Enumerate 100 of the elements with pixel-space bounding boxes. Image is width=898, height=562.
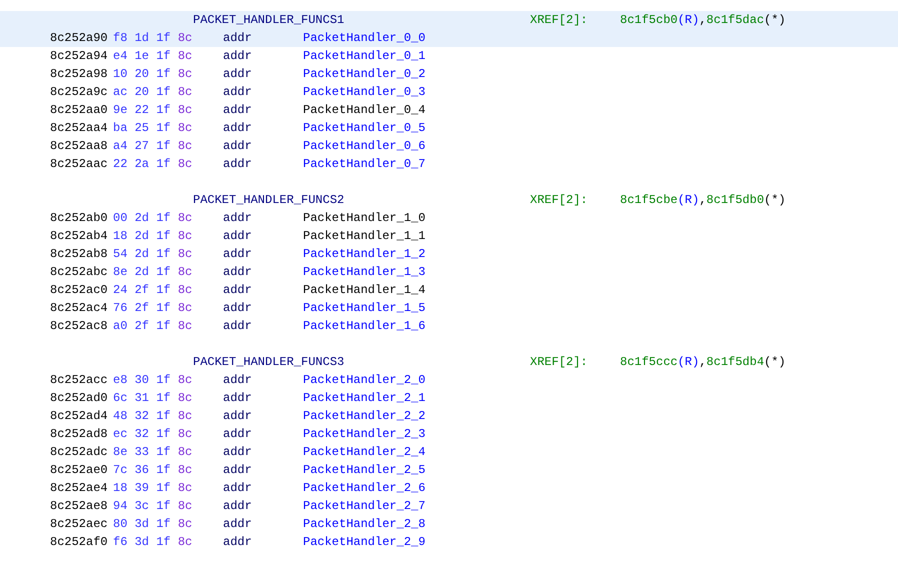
address-text: 8c252ae8 xyxy=(50,498,109,515)
operand-link[interactable]: PacketHandler_1_0 xyxy=(303,209,426,227)
bytes-text: ba 25 1f 8c xyxy=(113,120,194,137)
mnemonic-text: addr xyxy=(223,462,253,479)
address-text: 8c252aa4 xyxy=(50,120,109,137)
mnemonic-text: addr xyxy=(223,48,253,65)
label-line[interactable]: PACKET_HANDLER_FUNCS2 XREF[2]: 8c1f5cbe(R),8c1f5db0(*) xyxy=(0,191,898,209)
mnemonic-text: addr xyxy=(223,66,253,83)
operand-link[interactable]: PacketHandler_0_6 xyxy=(303,137,426,155)
address-text: 8c252a9c xyxy=(50,84,109,101)
label-line[interactable]: PACKET_HANDLER_FUNCS3 XREF[2]: 8c1f5ccc(R),8c1f5db4(*) xyxy=(0,353,898,371)
operand-link[interactable]: PacketHandler_1_2 xyxy=(303,245,426,263)
address-text: 8c252ac0 xyxy=(50,282,109,299)
operand-link[interactable]: PacketHandler_2_5 xyxy=(303,461,426,479)
bytes-text: a0 2f 1f 8c xyxy=(113,318,194,335)
operand-link[interactable]: PacketHandler_2_4 xyxy=(303,443,426,461)
mnemonic-text: addr xyxy=(223,246,253,263)
bytes-text: 24 2f 1f 8c xyxy=(113,282,194,299)
mnemonic-text: addr xyxy=(223,318,253,335)
mnemonic-text: addr xyxy=(223,138,253,155)
xref-link[interactable]: 8c1f5cb0(R) xyxy=(620,11,700,29)
address-text: 8c252a94 xyxy=(50,48,109,65)
bytes-text: 48 32 1f 8c xyxy=(113,408,194,425)
bytes-text: 6c 31 1f 8c xyxy=(113,390,194,407)
operand-link[interactable]: PacketHandler_2_7 xyxy=(303,497,426,515)
xref-label: XREF[2]: xyxy=(530,12,589,29)
mnemonic-text: addr xyxy=(223,444,253,461)
separator-text: , xyxy=(699,192,706,209)
operand-link[interactable]: PacketHandler_0_3 xyxy=(303,83,426,101)
mnemonic-text: addr xyxy=(223,84,253,101)
address-text: 8c252a90 xyxy=(50,30,109,47)
bytes-text: 10 20 1f 8c xyxy=(113,66,194,83)
operand-link[interactable]: PacketHandler_2_8 xyxy=(303,515,426,533)
mnemonic-text: addr xyxy=(223,120,253,137)
xref-link[interactable]: 8c1f5db4(*) xyxy=(706,353,786,371)
label-text: PACKET_HANDLER_FUNCS3 xyxy=(193,354,346,371)
address-text: 8c252aac xyxy=(50,156,109,173)
address-text: 8c252af0 xyxy=(50,534,109,551)
separator-text: , xyxy=(699,354,706,371)
address-text: 8c252ad8 xyxy=(50,426,109,443)
bytes-text: 18 39 1f 8c xyxy=(113,480,194,497)
mnemonic-text: addr xyxy=(223,408,253,425)
mnemonic-text: addr xyxy=(223,156,253,173)
xref-link[interactable]: 8c1f5db0(*) xyxy=(706,191,786,209)
xref-label: XREF[2]: xyxy=(530,192,589,209)
label-text: PACKET_HANDLER_FUNCS2 xyxy=(193,192,346,209)
operand-link[interactable]: PacketHandler_2_1 xyxy=(303,389,426,407)
xref-link[interactable]: 8c1f5ccc(R) xyxy=(620,353,700,371)
operand-link[interactable]: PacketHandler_2_0 xyxy=(303,371,426,389)
mnemonic-text: addr xyxy=(223,516,253,533)
mnemonic-text: addr xyxy=(223,228,253,245)
mnemonic-text: addr xyxy=(223,30,253,47)
address-text: 8c252ab8 xyxy=(50,246,109,263)
bytes-text: e4 1e 1f 8c xyxy=(113,48,194,65)
bytes-text: 7c 36 1f 8c xyxy=(113,462,194,479)
address-text: 8c252ae0 xyxy=(50,462,109,479)
operand-link[interactable]: PacketHandler_0_1 xyxy=(303,47,426,65)
operand-link[interactable]: PacketHandler_0_5 xyxy=(303,119,426,137)
mnemonic-text: addr xyxy=(223,498,253,515)
bytes-text: a4 27 1f 8c xyxy=(113,138,194,155)
bytes-text: 54 2d 1f 8c xyxy=(113,246,194,263)
operand-link[interactable]: PacketHandler_0_2 xyxy=(303,65,426,83)
address-text: 8c252acc xyxy=(50,372,109,389)
operand-link[interactable]: PacketHandler_0_7 xyxy=(303,155,426,173)
bytes-text: 80 3d 1f 8c xyxy=(113,516,194,533)
operand-link[interactable]: PacketHandler_1_1 xyxy=(303,227,426,245)
mnemonic-text: addr xyxy=(223,210,253,227)
address-text: 8c252ae4 xyxy=(50,480,109,497)
mnemonic-text: addr xyxy=(223,282,253,299)
operand-link[interactable]: PacketHandler_2_2 xyxy=(303,407,426,425)
xref-link[interactable]: 8c1f5dac(*) xyxy=(706,11,786,29)
bytes-text: 00 2d 1f 8c xyxy=(113,210,194,227)
mnemonic-text: addr xyxy=(223,102,253,119)
operand-link[interactable]: PacketHandler_0_0 xyxy=(303,29,426,47)
xref-link[interactable]: 8c1f5cbe(R) xyxy=(620,191,700,209)
separator-text: , xyxy=(699,12,706,29)
operand-link[interactable]: PacketHandler_2_3 xyxy=(303,425,426,443)
address-text: 8c252ad0 xyxy=(50,390,109,407)
address-text: 8c252a98 xyxy=(50,66,109,83)
operand-link[interactable]: PacketHandler_1_6 xyxy=(303,317,426,335)
operand-link[interactable]: PacketHandler_2_6 xyxy=(303,479,426,497)
bytes-text: 76 2f 1f 8c xyxy=(113,300,194,317)
bytes-text: e8 30 1f 8c xyxy=(113,372,194,389)
operand-link[interactable]: PacketHandler_1_4 xyxy=(303,281,426,299)
operand-link[interactable]: PacketHandler_1_3 xyxy=(303,263,426,281)
address-text: 8c252adc xyxy=(50,444,109,461)
bytes-text: 22 2a 1f 8c xyxy=(113,156,194,173)
mnemonic-text: addr xyxy=(223,534,253,551)
address-text: 8c252abc xyxy=(50,264,109,281)
bytes-text: f8 1d 1f 8c xyxy=(113,30,194,47)
address-text: 8c252ab0 xyxy=(50,210,109,227)
address-text: 8c252ab4 xyxy=(50,228,109,245)
operand-link[interactable]: PacketHandler_1_5 xyxy=(303,299,426,317)
operand-link[interactable]: PacketHandler_0_4 xyxy=(303,101,426,119)
address-text: 8c252aec xyxy=(50,516,109,533)
mnemonic-text: addr xyxy=(223,372,253,389)
operand-link[interactable]: PacketHandler_2_9 xyxy=(303,533,426,551)
bytes-text: f6 3d 1f 8c xyxy=(113,534,194,551)
address-text: 8c252aa0 xyxy=(50,102,109,119)
bytes-text: ec 32 1f 8c xyxy=(113,426,194,443)
